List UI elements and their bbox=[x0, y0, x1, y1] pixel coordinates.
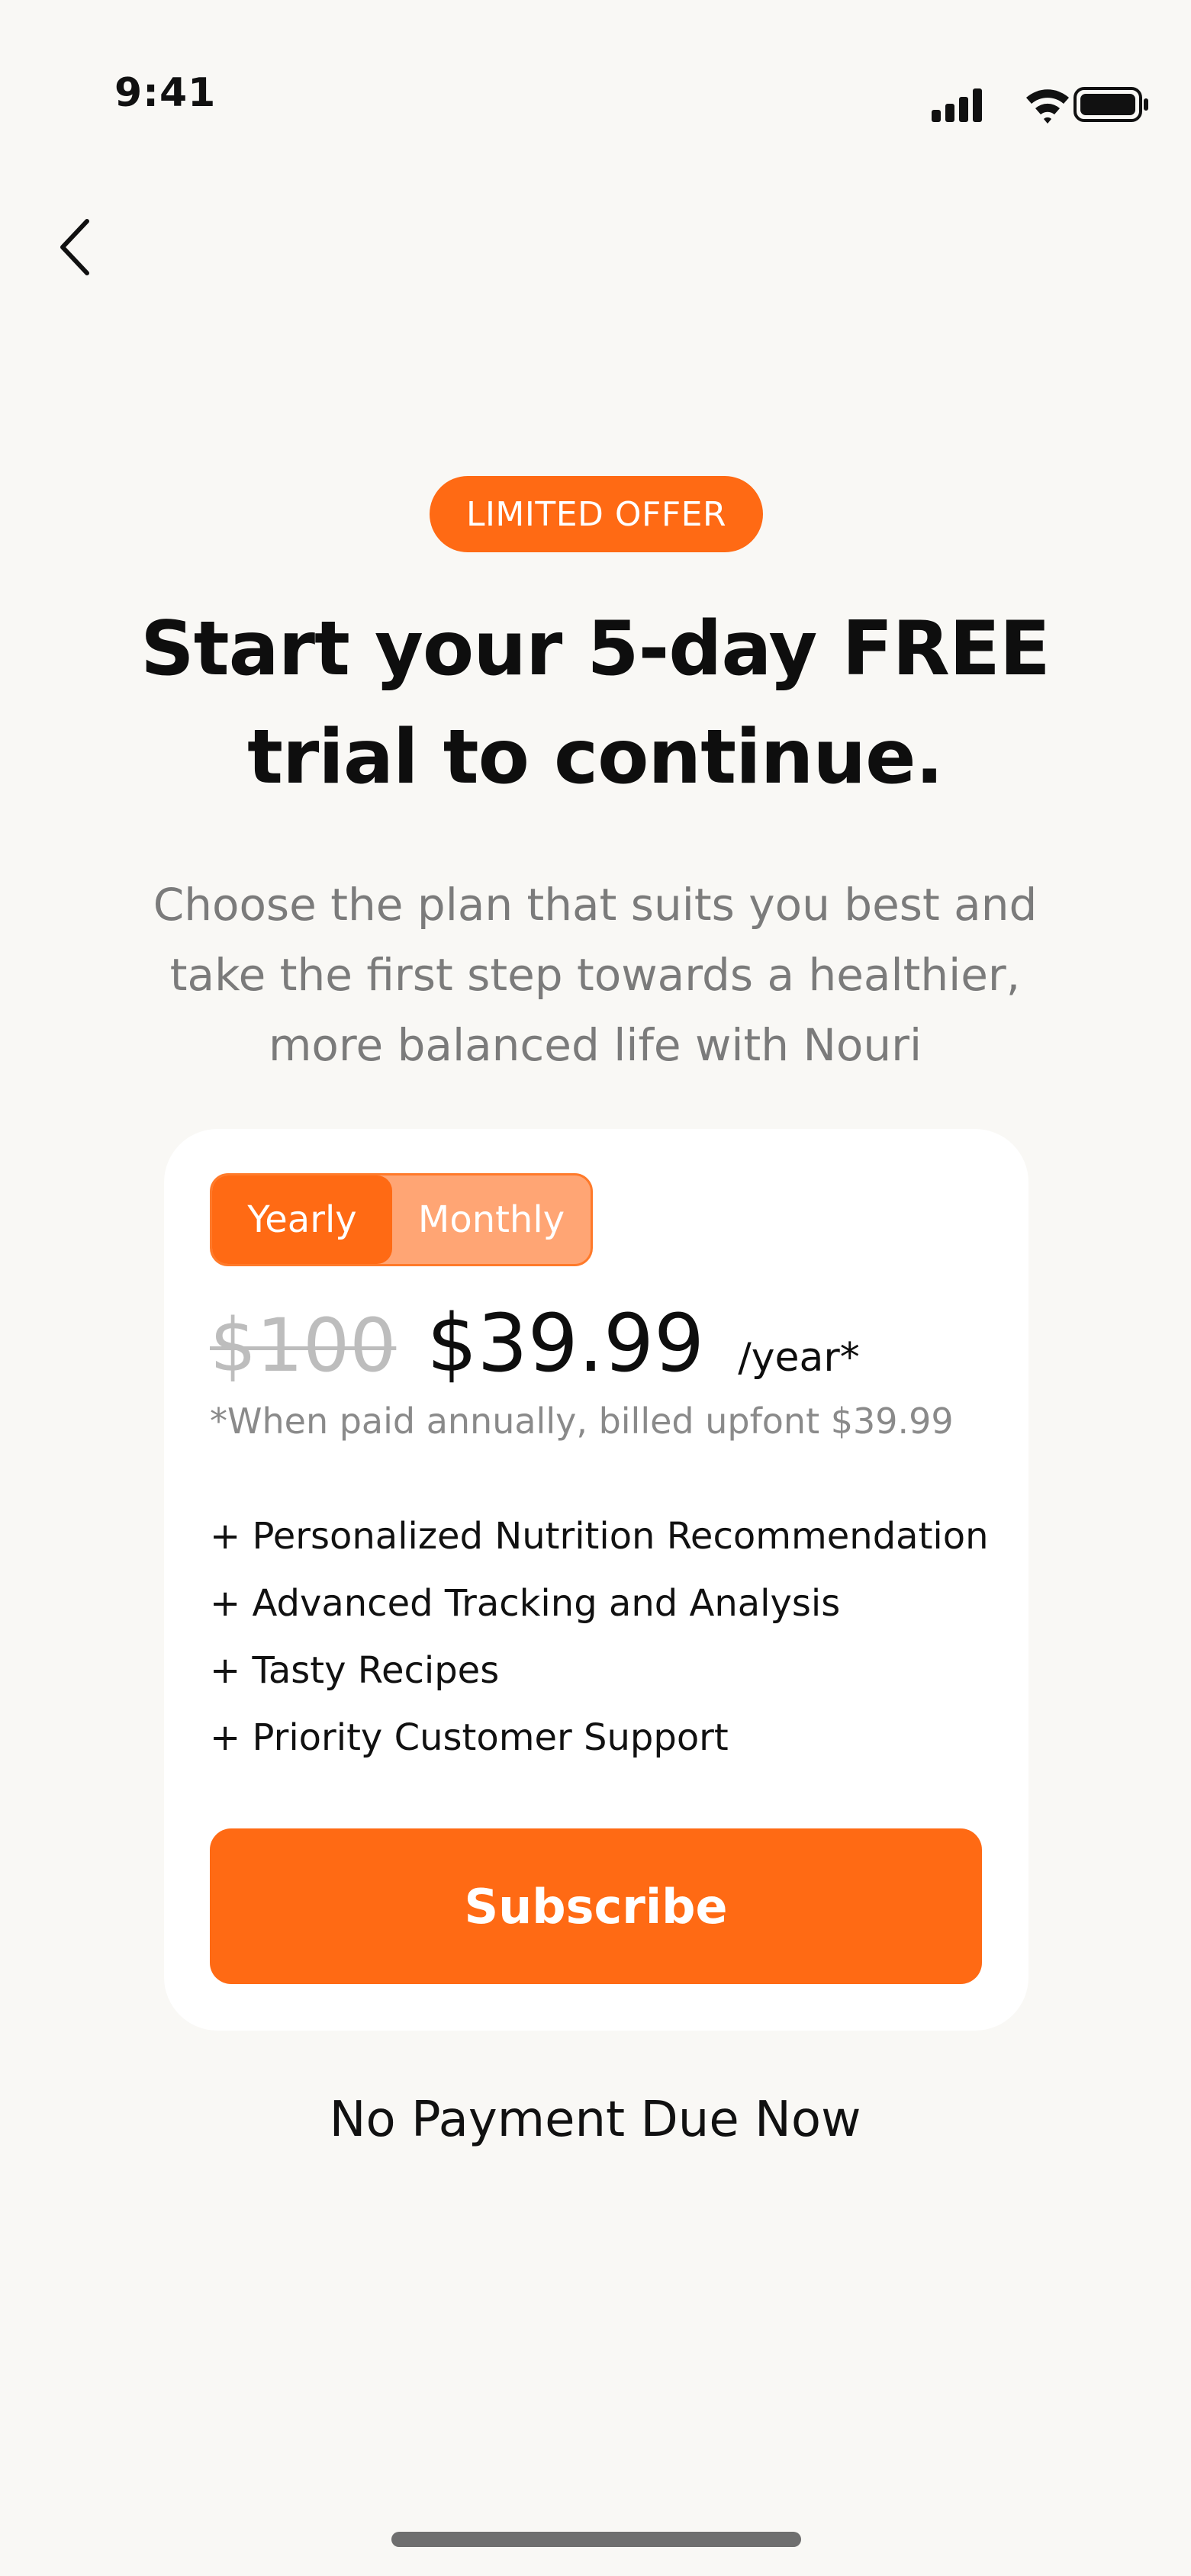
plan-card: Yearly Monthly $100 $39.99 /year* *When … bbox=[164, 1129, 1028, 2031]
title-line-2: trial to continue. bbox=[247, 714, 944, 801]
no-payment-note: No Payment Due Now bbox=[329, 2092, 861, 2148]
battery-icon bbox=[1074, 87, 1148, 122]
original-price: $100 bbox=[210, 1303, 397, 1388]
description-line-1: Choose the plan that suits you best and bbox=[153, 879, 1038, 931]
title-line-1: Start your 5-day FREE bbox=[140, 606, 1051, 693]
limited-offer-badge: LIMITED OFFER bbox=[430, 476, 763, 552]
discounted-price: $39.99 bbox=[427, 1297, 705, 1390]
chevron-left-icon bbox=[60, 219, 89, 275]
toggle-option-yearly[interactable]: Yearly bbox=[212, 1175, 392, 1264]
wifi-icon bbox=[1026, 89, 1069, 124]
cellular-signal-icon bbox=[932, 88, 982, 122]
description-line-3: more balanced life with Nouri bbox=[268, 1019, 922, 1071]
feature-item: + Personalized Nutrition Recommendation bbox=[210, 1515, 989, 1558]
home-indicator[interactable] bbox=[391, 2532, 801, 2547]
page-description: Choose the plan that suits you best and … bbox=[92, 870, 1099, 1080]
billing-period-toggle[interactable]: Yearly Monthly bbox=[210, 1173, 593, 1266]
price-row: $100 $39.99 /year* bbox=[210, 1297, 860, 1396]
billing-note: *When paid annually, billed upfont $39.9… bbox=[210, 1401, 954, 1442]
feature-list: + Personalized Nutrition Recommendation … bbox=[210, 1503, 989, 1771]
feature-item: + Advanced Tracking and Analysis bbox=[210, 1582, 841, 1625]
page-title: Start your 5-day FREE trial to continue. bbox=[92, 595, 1099, 812]
status-icons bbox=[927, 82, 1148, 125]
back-button[interactable] bbox=[52, 215, 101, 279]
status-time: 9:41 bbox=[114, 70, 217, 116]
description-line-2: take the first step towards a healthier, bbox=[169, 949, 1021, 1001]
feature-item: + Tasty Recipes bbox=[210, 1649, 500, 1692]
subscribe-button[interactable]: Subscribe bbox=[210, 1828, 982, 1984]
feature-item: + Priority Customer Support bbox=[210, 1716, 729, 1759]
price-period: /year* bbox=[738, 1335, 860, 1381]
toggle-option-monthly[interactable]: Monthly bbox=[392, 1175, 591, 1264]
